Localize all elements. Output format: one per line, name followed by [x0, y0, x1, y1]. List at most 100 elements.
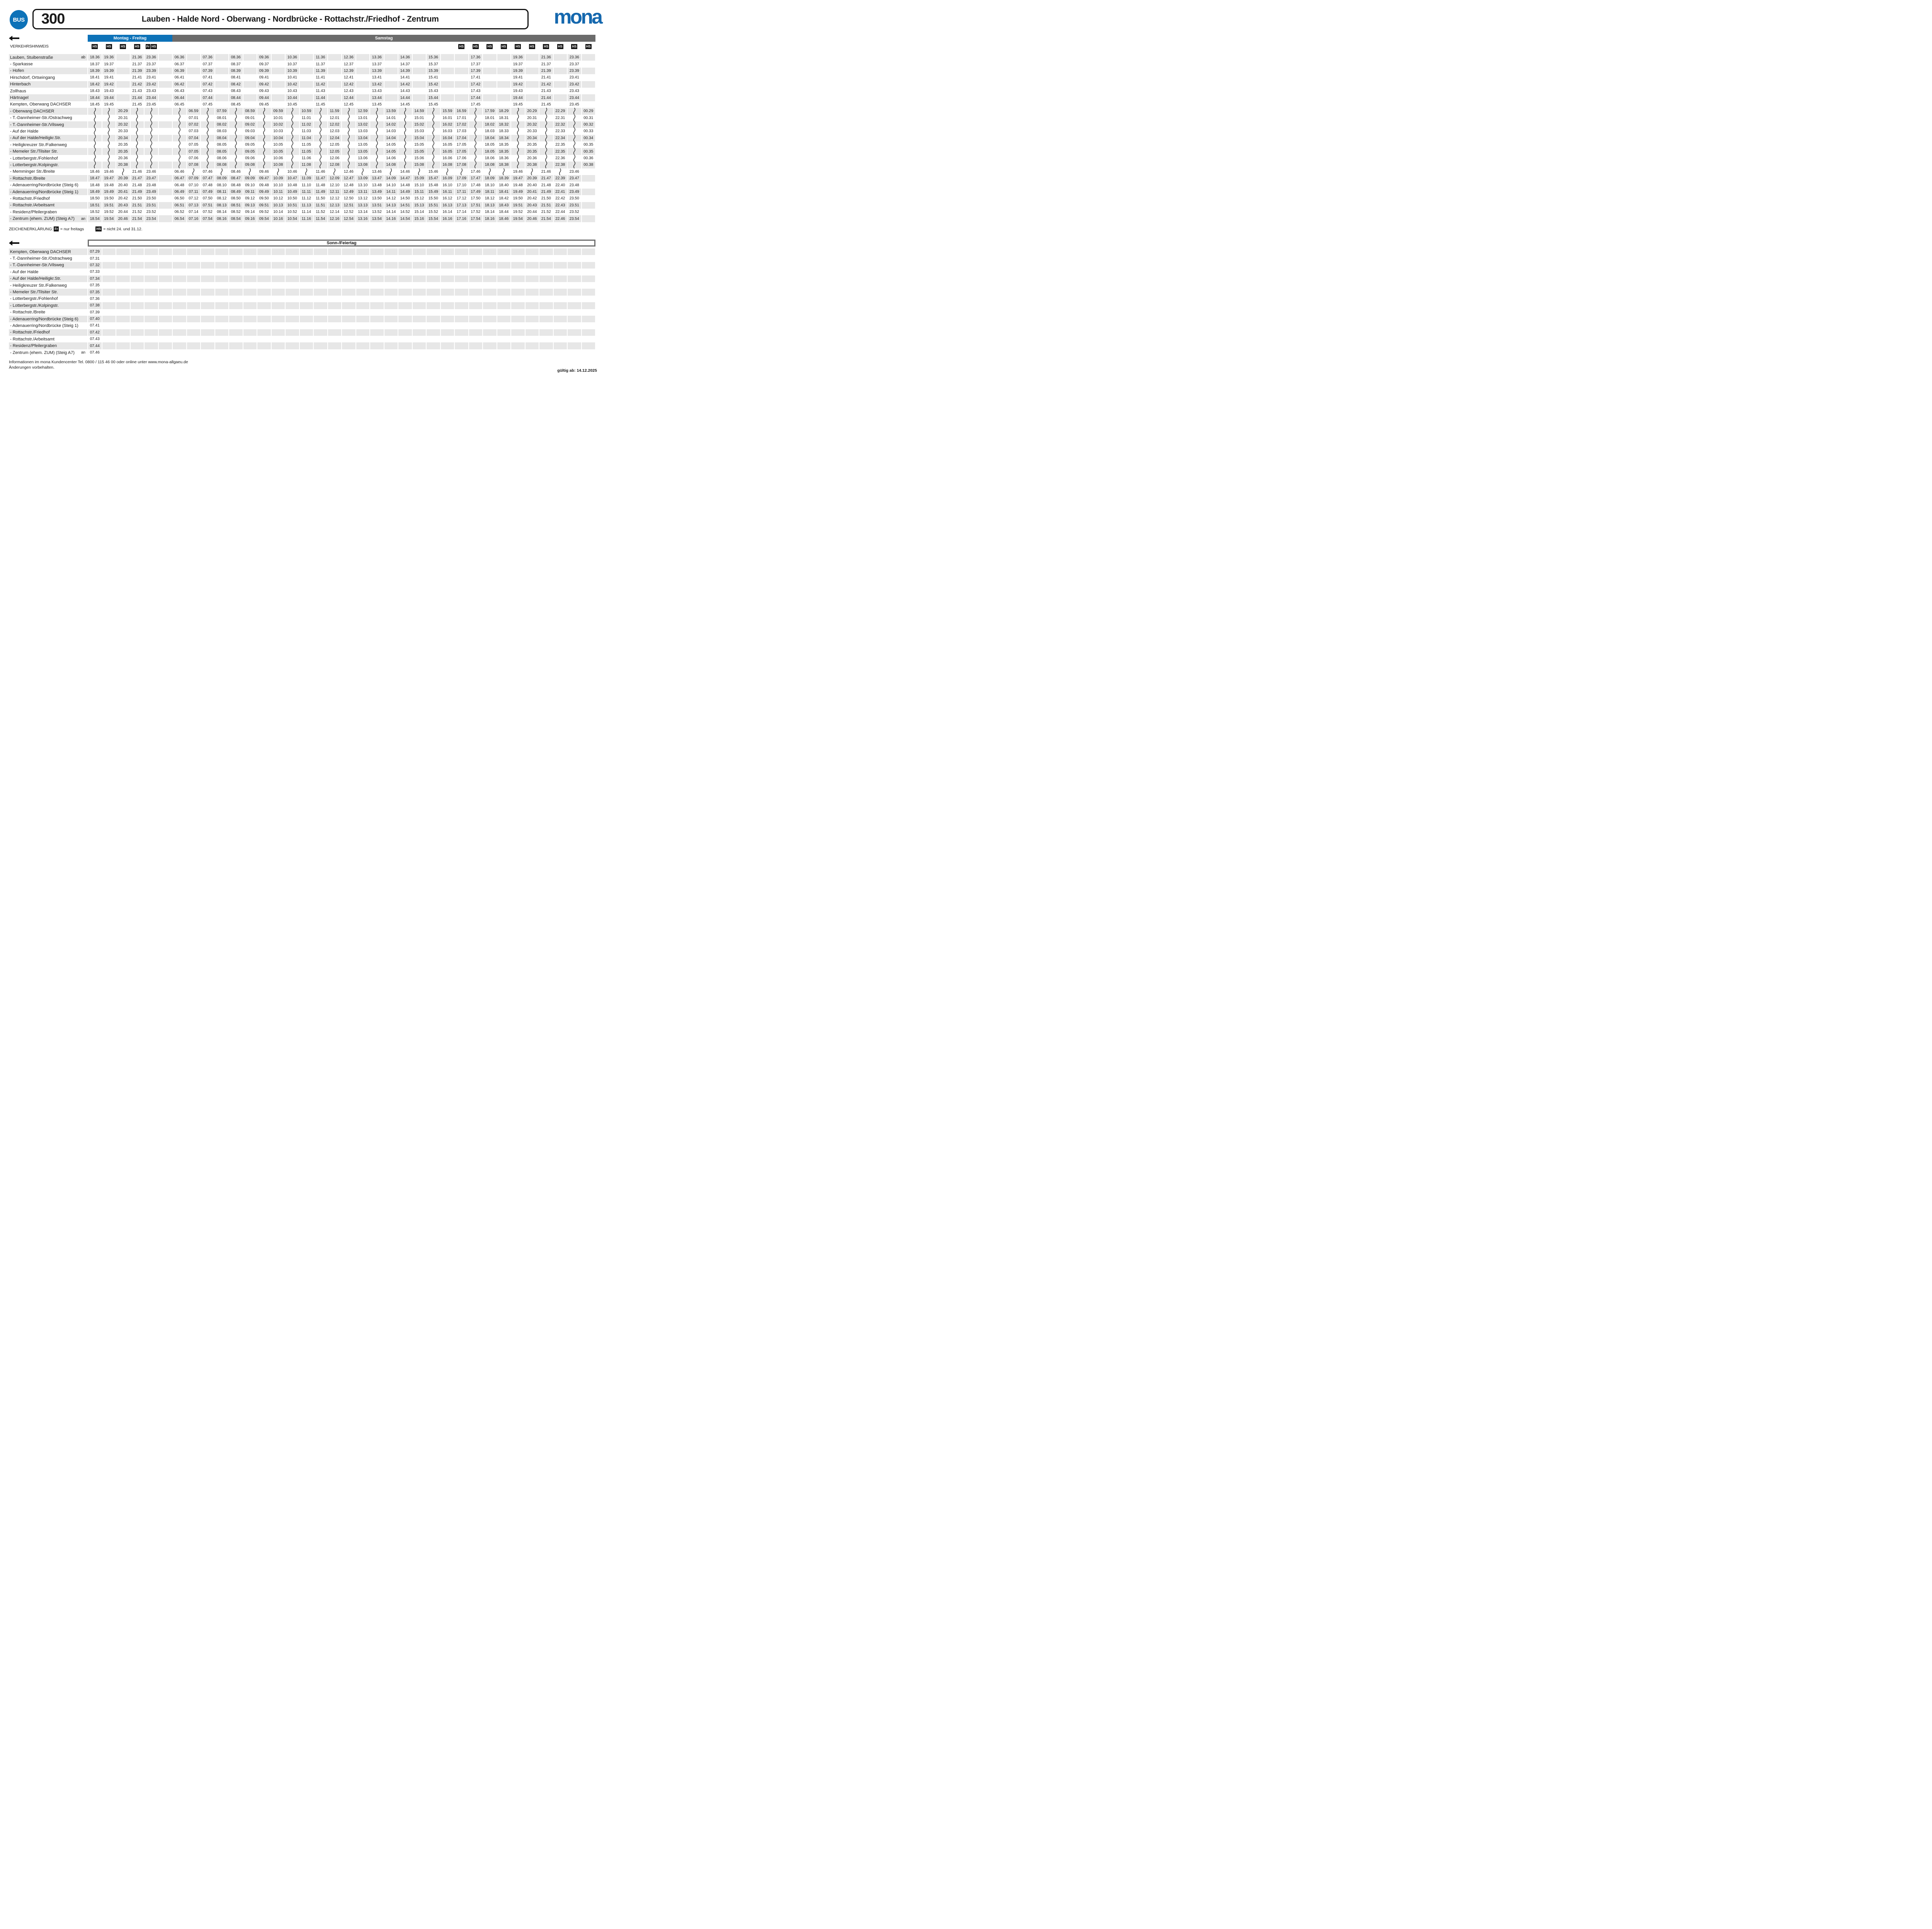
time-cell-empty [398, 336, 412, 342]
time-cell: 14.01 [384, 115, 398, 121]
no-stop-wavy-icon [384, 168, 398, 175]
time-cell-empty [582, 74, 595, 81]
time-cell-empty [173, 336, 186, 342]
time-cell-empty [314, 336, 327, 342]
time-cell-empty [286, 296, 299, 302]
time-cell: 09.42 [257, 81, 271, 88]
time-cell-empty [384, 88, 398, 94]
time-cell-empty [145, 349, 158, 356]
time-cell-empty [131, 289, 144, 295]
time-cell: 21.44 [131, 94, 144, 101]
time-cell: 10.50 [286, 195, 299, 202]
time-cell: 12.46 [342, 168, 355, 175]
no-stop-wavy-icon [342, 148, 355, 155]
time-cell-empty [370, 336, 384, 342]
time-cell: 22.35 [554, 141, 567, 148]
time-cell-empty [384, 342, 398, 349]
no-stop-wavy-icon [568, 121, 581, 128]
no-stop-wavy-icon [131, 115, 144, 121]
time-cell-empty [215, 336, 229, 342]
time-cell-empty [243, 94, 257, 101]
time-cell-empty [187, 296, 201, 302]
time-cell: 17.13 [455, 202, 468, 209]
no-stop-wavy-icon [314, 135, 327, 141]
footer-info: Informationen im mona Kundencenter Tel. … [9, 360, 188, 370]
time-cell-empty [314, 255, 327, 262]
station-name: - Auf der Halde/Heiligkr.Str. [10, 136, 61, 140]
time-cell-empty [342, 336, 355, 342]
time-cell-empty [286, 336, 299, 342]
time-cell-empty [102, 302, 116, 309]
time-cell-empty [243, 88, 257, 94]
no-stop-wavy-icon [370, 162, 384, 168]
no-stop-wavy-icon [88, 128, 102, 134]
time-cell-empty [116, 54, 130, 61]
time-cell: 13.06 [356, 155, 370, 162]
time-cell-empty [328, 54, 342, 61]
time-cell: 00.29 [582, 108, 595, 114]
time-cell: 10.09 [272, 175, 285, 182]
time-cell-empty [286, 302, 299, 309]
time-cell-empty [116, 336, 130, 342]
time-cell: 11.44 [314, 94, 327, 101]
time-cell-empty [427, 309, 440, 316]
hinweis-cell: HS [455, 43, 468, 49]
time-cell: 20.40 [116, 182, 130, 188]
time-cell-empty [173, 282, 186, 289]
time-cell-empty [497, 349, 511, 356]
time-cell-empty [131, 342, 144, 349]
time-cell: 17.06 [455, 155, 468, 162]
time-cell: 13.51 [370, 202, 384, 209]
time-cell-empty [511, 342, 525, 349]
time-cell: 22.34 [554, 135, 567, 141]
time-cell: 18.47 [88, 175, 102, 182]
time-cell-empty [159, 296, 172, 302]
time-cell: 18.38 [497, 162, 511, 168]
station-cell: - Rottachstr./Arbeitsamt [9, 202, 87, 209]
time-cell: 07.46 [88, 349, 102, 356]
time-cell-empty [413, 94, 426, 101]
time-cell-empty [257, 262, 271, 269]
station-cell: Härtnagel [9, 94, 87, 101]
hinweis-cell: HS [469, 43, 483, 49]
time-cell-empty [272, 302, 285, 309]
time-cell-empty [413, 289, 426, 295]
time-cell-empty [243, 276, 257, 282]
time-cell: 16.08 [441, 162, 454, 168]
time-cell: 16.01 [441, 115, 454, 121]
time-cell-empty [102, 262, 116, 269]
station-row: - Zentrum (ehem. ZUM) (Steig A7)an07.46 [9, 349, 595, 356]
time-cell: 20.38 [526, 162, 539, 168]
time-cell-empty [497, 329, 511, 336]
time-cell-empty [201, 342, 214, 349]
time-cell-empty [342, 342, 355, 349]
no-stop-wavy-icon [511, 162, 525, 168]
hs-badge: HS [95, 226, 102, 231]
time-cell-empty [342, 329, 355, 336]
band-samstag: Samstag [172, 35, 595, 42]
time-cell: 09.02 [243, 121, 257, 128]
time-cell: 07.35 [88, 282, 102, 289]
time-cell-empty [215, 54, 229, 61]
time-cell-empty [413, 342, 426, 349]
time-cell: 14.45 [398, 101, 412, 108]
time-cell-empty [582, 248, 595, 255]
hinweis-cell-empty [173, 43, 186, 49]
no-stop-wavy-icon [286, 121, 299, 128]
time-cell-empty [539, 349, 553, 356]
time-cell: 11.45 [314, 101, 327, 108]
no-stop-wavy-icon [568, 108, 581, 114]
time-cell-empty [582, 94, 595, 101]
time-cell-empty [539, 269, 553, 275]
time-cell-empty [497, 74, 511, 81]
time-cell-empty [187, 336, 201, 342]
hinweis-cell-empty [243, 43, 257, 49]
time-cell: 21.45 [131, 101, 144, 108]
time-cell-empty [441, 81, 454, 88]
time-cell-empty [116, 342, 130, 349]
time-cell-empty [131, 269, 144, 275]
time-cell: 13.04 [356, 135, 370, 141]
time-cell-empty [102, 316, 116, 322]
time-cell-empty [201, 329, 214, 336]
time-cell-empty [187, 322, 201, 329]
